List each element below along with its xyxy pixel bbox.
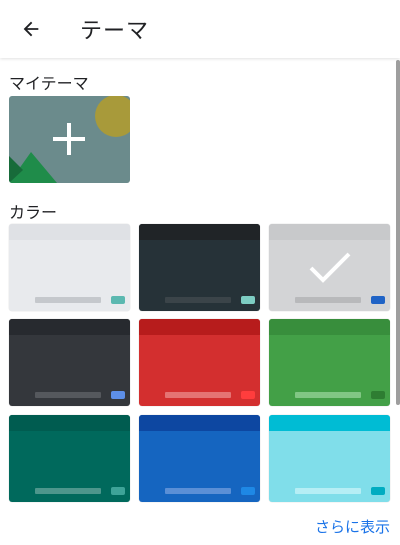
theme-preview-key <box>371 391 385 399</box>
my-theme-section-title: マイテーマ <box>9 74 89 93</box>
theme-preview-spacebar <box>35 297 101 303</box>
color-theme-dark-slate[interactable] <box>139 224 260 311</box>
theme-preview-spacebar <box>35 488 101 494</box>
theme-preview-key <box>241 487 255 495</box>
theme-preview-header <box>269 224 390 240</box>
app-bar: テーマ <box>0 0 400 58</box>
theme-preview-spacebar <box>295 392 361 398</box>
theme-preview-key <box>241 391 255 399</box>
theme-preview-header <box>139 224 260 240</box>
color-theme-charcoal[interactable] <box>9 319 130 406</box>
color-theme-teal[interactable] <box>9 415 130 502</box>
add-my-theme-button[interactable] <box>9 96 130 183</box>
theme-preview-header <box>9 319 130 335</box>
theme-preview-spacebar <box>165 488 231 494</box>
color-theme-green[interactable] <box>269 319 390 406</box>
color-theme-red[interactable] <box>139 319 260 406</box>
theme-preview-key <box>241 296 255 304</box>
scrollbar[interactable] <box>396 60 400 405</box>
theme-preview-header <box>9 415 130 431</box>
checkmark-icon <box>269 240 390 295</box>
theme-preview-key <box>371 296 385 304</box>
color-section-title: カラー <box>9 203 58 222</box>
theme-preview-spacebar <box>165 297 231 303</box>
theme-preview-header <box>269 319 390 335</box>
color-theme-gray[interactable] <box>269 224 390 311</box>
theme-settings-screen: テーマ マイテーマ カラー さらに表示 <box>0 0 400 545</box>
show-more-link[interactable]: さらに表示 <box>315 516 390 537</box>
color-theme-blue[interactable] <box>139 415 260 502</box>
theme-preview-header <box>269 415 390 431</box>
color-theme-cyan[interactable] <box>269 415 390 502</box>
theme-preview-header <box>9 224 130 240</box>
theme-preview-header <box>139 319 260 335</box>
theme-preview-header <box>139 415 260 431</box>
theme-preview-key <box>111 487 125 495</box>
theme-preview-spacebar <box>295 297 361 303</box>
theme-preview-spacebar <box>295 488 361 494</box>
theme-preview-key <box>111 391 125 399</box>
plus-icon <box>53 123 85 155</box>
theme-preview-spacebar <box>165 392 231 398</box>
back-button[interactable] <box>14 12 48 46</box>
theme-preview-key <box>371 487 385 495</box>
theme-preview-spacebar <box>35 392 101 398</box>
arrow-back-icon <box>23 21 39 37</box>
page-title: テーマ <box>80 19 150 44</box>
theme-preview-key <box>111 296 125 304</box>
color-theme-light[interactable] <box>9 224 130 311</box>
